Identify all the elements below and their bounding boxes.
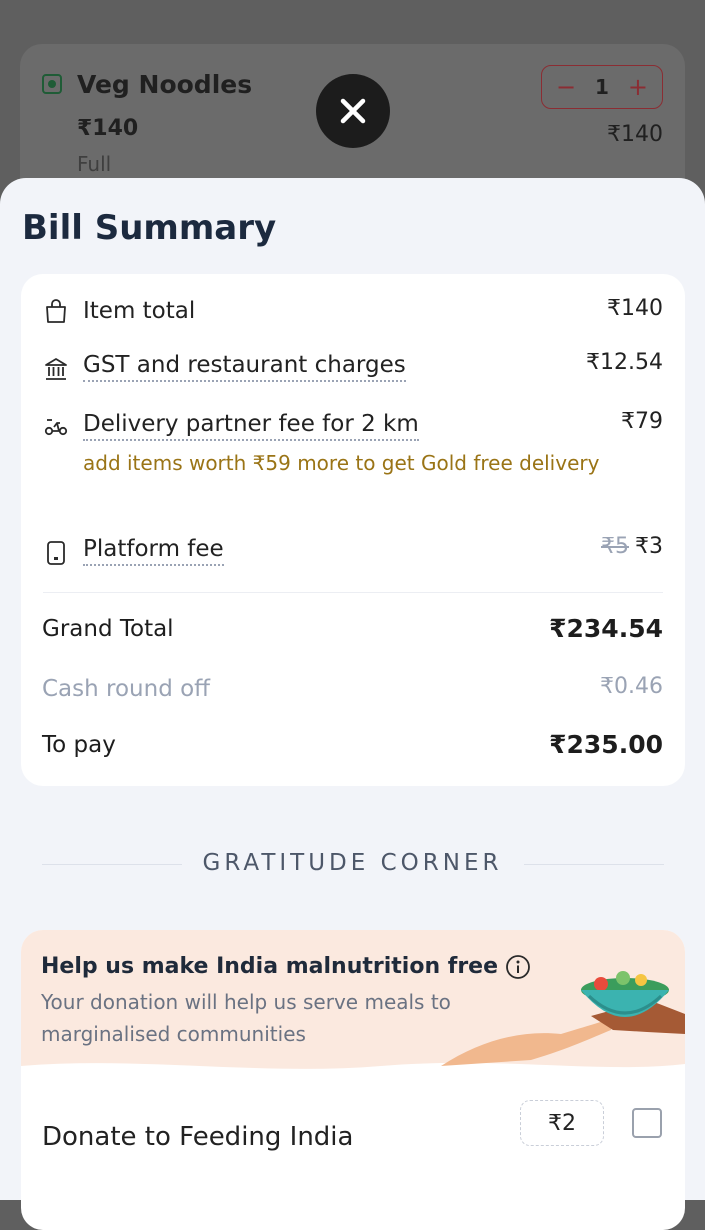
round-off-amount: ₹0.46 bbox=[600, 674, 663, 699]
bank-icon bbox=[45, 358, 67, 380]
cart-item-name: Veg Noodles bbox=[77, 70, 253, 99]
grand-total-amount: ₹234.54 bbox=[549, 614, 663, 643]
to-pay-label: To pay bbox=[42, 732, 116, 758]
item-total-label: Item total bbox=[83, 298, 196, 324]
platform-fee-amount: ₹5 ₹3 bbox=[601, 534, 663, 559]
donation-card: Help us make India malnutrition free You… bbox=[21, 930, 685, 1230]
divider bbox=[43, 592, 663, 593]
bill-summary-sheet: Bill Summary Item total ₹140 GST and res… bbox=[0, 178, 705, 1230]
gst-label-text: GST and restaurant charges bbox=[83, 352, 406, 382]
increment-button[interactable]: + bbox=[628, 73, 648, 101]
phone-icon bbox=[47, 541, 65, 565]
platform-fee-label-text: Platform fee bbox=[83, 536, 224, 566]
delivery-fee-amount: ₹79 bbox=[621, 409, 663, 434]
page-title: Bill Summary bbox=[22, 208, 277, 248]
donation-amount-chip[interactable]: ₹2 bbox=[520, 1100, 604, 1146]
veg-indicator-icon bbox=[42, 74, 62, 94]
gst-label[interactable]: GST and restaurant charges bbox=[83, 352, 406, 382]
round-off-label: Cash round off bbox=[42, 676, 211, 702]
to-pay-amount: ₹235.00 bbox=[549, 730, 663, 759]
shopping-bag-icon bbox=[46, 299, 66, 323]
platform-fee-original: ₹5 bbox=[601, 534, 629, 559]
cart-item-price: ₹140 bbox=[77, 116, 139, 141]
gratitude-corner-title: GRATITUDE CORNER bbox=[202, 850, 503, 876]
salad-bowl-hand-icon bbox=[441, 971, 685, 1066]
close-icon bbox=[340, 98, 366, 124]
decrement-button[interactable]: − bbox=[556, 73, 576, 101]
donate-checkbox[interactable] bbox=[632, 1108, 662, 1138]
donation-headline: Help us make India malnutrition free bbox=[41, 954, 499, 979]
platform-fee-label[interactable]: Platform fee bbox=[83, 536, 224, 566]
item-total-amount: ₹140 bbox=[607, 296, 663, 321]
free-delivery-note: add items worth ₹59 more to get Gold fre… bbox=[83, 451, 600, 475]
gst-amount: ₹12.54 bbox=[586, 350, 663, 375]
scooter-icon bbox=[44, 419, 68, 436]
cart-item-line-total: ₹140 bbox=[607, 122, 663, 147]
donate-label: Donate to Feeding India bbox=[42, 1122, 354, 1152]
bill-card: Item total ₹140 GST and restaurant charg… bbox=[21, 274, 685, 786]
quantity-value: 1 bbox=[595, 75, 609, 99]
close-button[interactable] bbox=[316, 74, 390, 148]
quantity-stepper[interactable]: − 1 + bbox=[541, 65, 663, 109]
cart-item-variant: Full bbox=[77, 152, 112, 176]
divider bbox=[524, 864, 664, 865]
delivery-fee-label-text: Delivery partner fee for 2 km bbox=[83, 411, 419, 441]
grand-total-label: Grand Total bbox=[42, 616, 174, 642]
delivery-fee-label[interactable]: Delivery partner fee for 2 km bbox=[83, 411, 419, 441]
platform-fee-discounted: ₹3 bbox=[635, 534, 663, 559]
